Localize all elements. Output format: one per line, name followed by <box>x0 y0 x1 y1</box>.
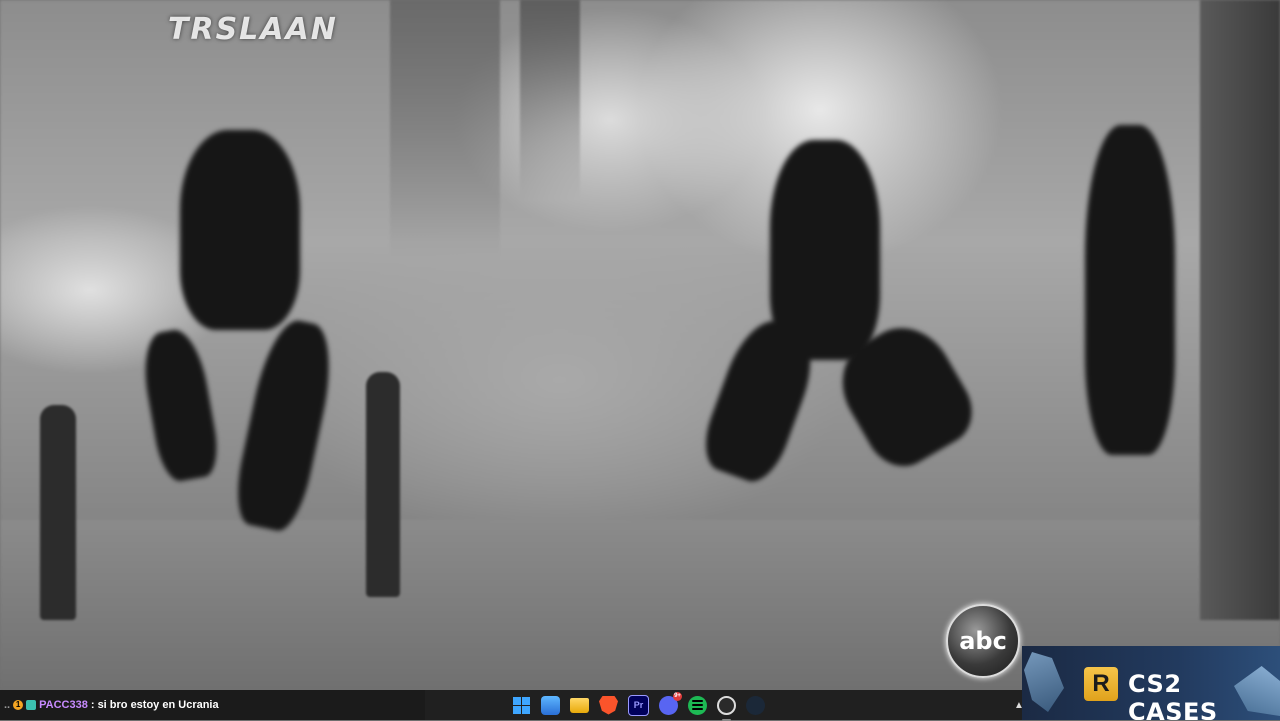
bollard <box>366 372 400 597</box>
taskbar-apps: Pr 9+ <box>512 690 765 721</box>
pillar <box>1200 0 1280 620</box>
discord-icon[interactable]: 9+ <box>659 691 682 715</box>
chat-badge-icon: 1 <box>13 700 24 710</box>
premiere-pro-icon[interactable]: Pr <box>628 694 649 716</box>
chat-text: : si bro estoy en Ucrania <box>90 699 219 711</box>
chat-username: PACC338 <box>39 699 88 711</box>
abc-logo: abc <box>946 604 1020 678</box>
spotify-icon[interactable] <box>688 695 707 715</box>
pillar <box>390 0 500 260</box>
chat-message: .. 1 PACC338 : si bro estoy en Ucrania <box>4 690 219 720</box>
photos-icon[interactable] <box>541 695 560 715</box>
chat-prefix: .. <box>4 699 11 711</box>
cs2-cases-ad[interactable]: R CS2 CASES <box>1022 646 1280 720</box>
video-frame <box>0 0 1280 690</box>
running-person-leg <box>695 311 825 489</box>
running-person <box>180 130 300 330</box>
chevron-up-icon[interactable]: ▲ <box>1014 690 1024 720</box>
steam-icon[interactable] <box>746 695 765 715</box>
taskbar: .. 1 PACC338 : si bro estoy en Ucrania P… <box>0 690 1024 721</box>
folder-icon[interactable] <box>570 697 589 713</box>
brand-badge: R <box>1084 667 1118 701</box>
windows-logo-icon[interactable] <box>512 696 531 715</box>
bollard <box>40 405 76 620</box>
pillar <box>520 0 580 200</box>
running-person-leg <box>137 325 223 485</box>
subscriber-badge-icon <box>26 700 37 710</box>
obs-icon[interactable] <box>717 695 736 721</box>
running-person-leg <box>228 315 342 535</box>
brave-lion-icon[interactable] <box>599 695 618 715</box>
top-watermark: TRSLAAN <box>168 12 338 47</box>
rifle-image-icon <box>1024 652 1064 712</box>
discord-notification-badge: 9+ <box>673 691 682 701</box>
standing-person <box>1085 125 1175 455</box>
